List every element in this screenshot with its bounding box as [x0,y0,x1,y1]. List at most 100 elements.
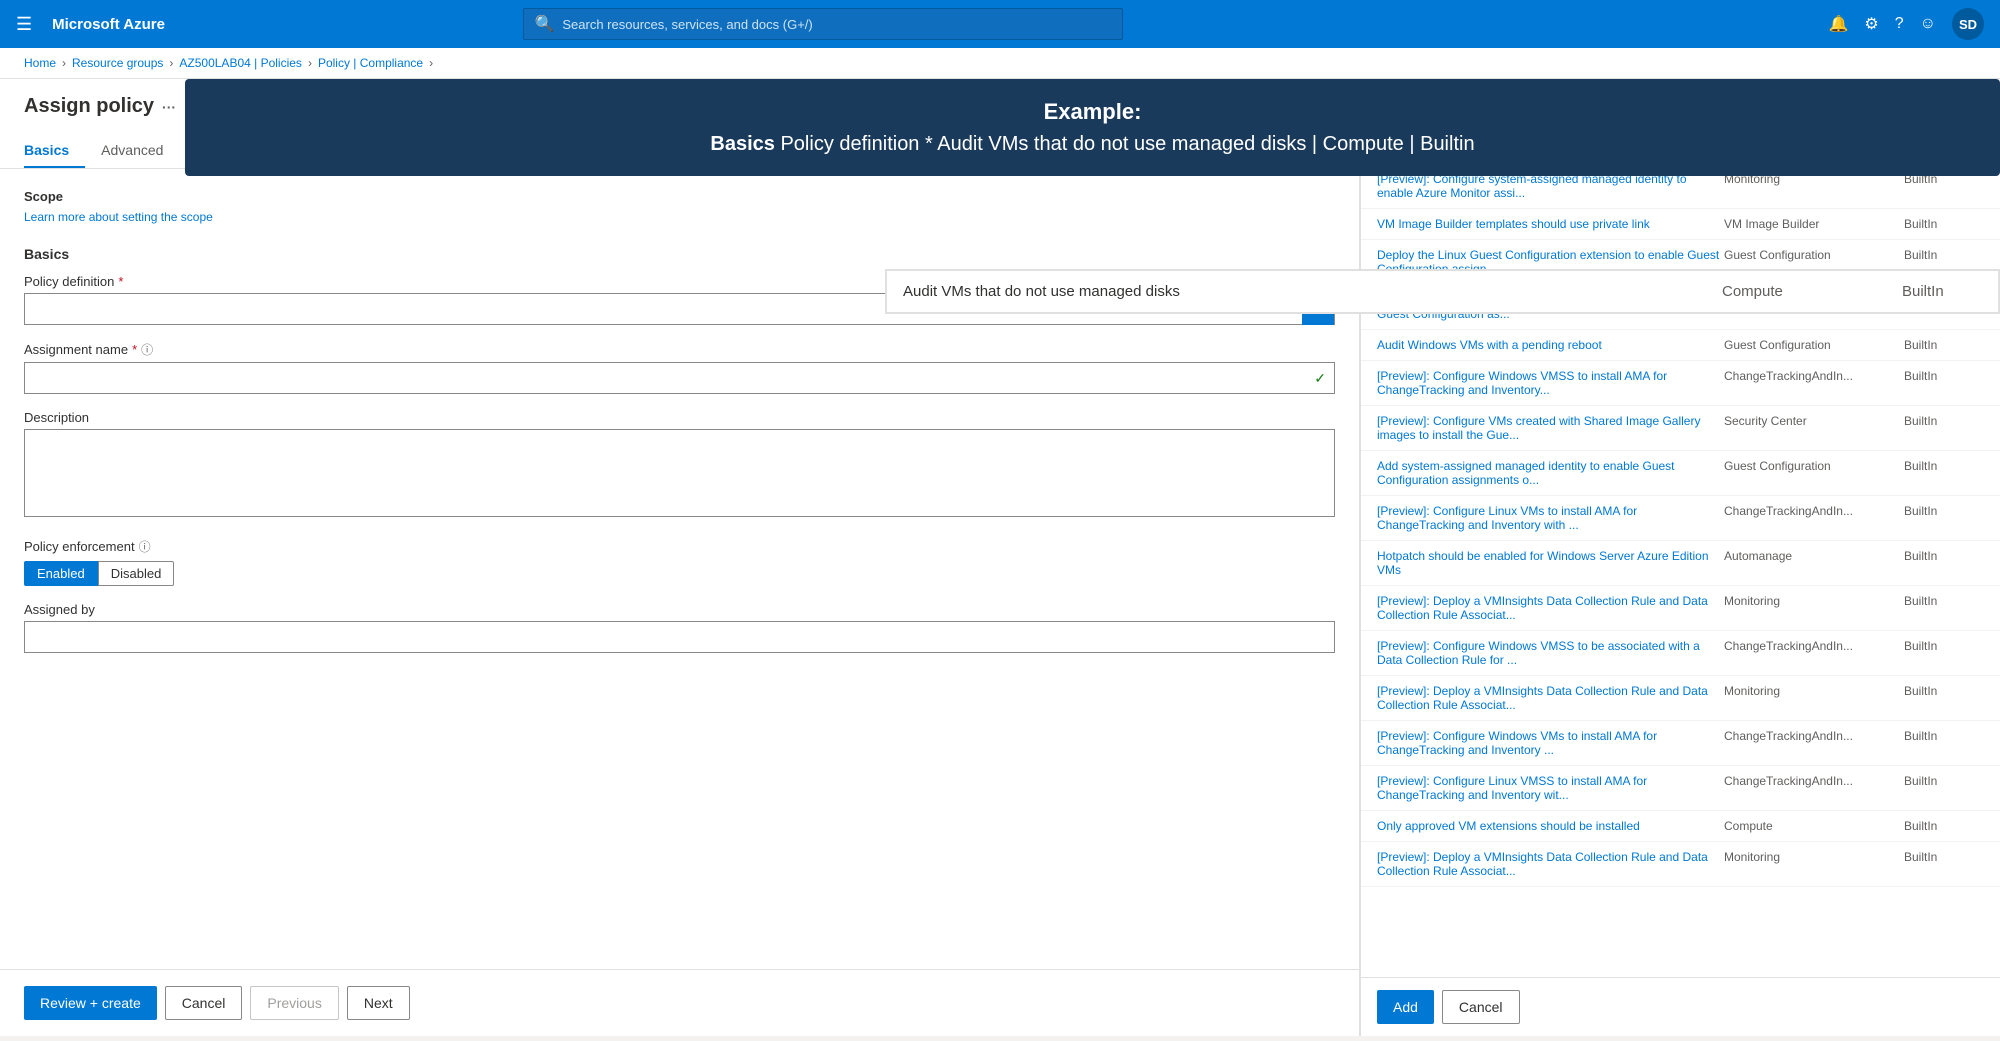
definition-row[interactable]: [Preview]: Deploy a VMInsights Data Coll… [1361,676,2000,721]
definition-row[interactable]: [Preview]: Configure VMs created with Sh… [1361,406,2000,451]
policy-enforcement-label: Policy enforcement ⓘ [24,538,1335,555]
breadcrumb-sep-1: › [62,56,66,70]
def-row-category: Security Center [1724,414,1904,442]
panel-title-text: Assign policy [24,95,154,118]
def-row-type: BuiltIn [1904,774,1984,802]
bottom-actions: Review + create Cancel Previous Next [0,969,1359,1036]
def-row-type: BuiltIn [1904,504,1984,532]
definition-row[interactable]: Audit Windows VMs with a pending reboot … [1361,330,2000,361]
user-avatar[interactable]: SD [1952,8,1984,40]
add-definition-button[interactable]: Add [1377,990,1434,1024]
assignment-name-label: Assignment name * ⓘ [24,341,1335,358]
def-row-type: BuiltIn [1904,819,1984,833]
info-icon-assignment[interactable]: ⓘ [141,341,153,358]
example-title: Example: [225,99,1960,125]
definition-row[interactable]: [Preview]: Deploy a VMInsights Data Coll… [1361,842,2000,887]
def-row-type: BuiltIn [1904,459,1984,487]
enforcement-disabled-button[interactable]: Disabled [98,561,175,586]
scope-link[interactable]: Learn more about setting the scope [24,210,213,224]
app-title: Microsoft Azure [52,16,165,33]
scope-section: Scope Learn more about setting the scope [24,189,1335,226]
def-row-category: Guest Configuration [1724,459,1904,487]
definition-row[interactable]: [Preview]: Configure Windows VMSS to ins… [1361,361,2000,406]
highlighted-definition-row: Audit VMs that do not use managed disks … [885,269,2000,314]
def-row-category: Guest Configuration [1724,338,1904,352]
review-create-button[interactable]: Review + create [24,986,157,1020]
tab-advanced[interactable]: Advanced [85,134,179,168]
def-row-type: BuiltIn [1904,369,1984,397]
info-icon-enforcement[interactable]: ⓘ [139,538,151,555]
def-row-name: [Preview]: Deploy a VMInsights Data Coll… [1377,850,1724,878]
def-row-category: ChangeTrackingAndIn... [1724,504,1904,532]
def-row-name: Audit Windows VMs with a pending reboot [1377,338,1724,352]
assignment-name-input[interactable]: Audit VMs that do not use managed disks [25,371,1306,386]
enforcement-toggle-group: Enabled Disabled [24,561,1335,586]
scope-label: Scope [24,189,1335,204]
definition-row[interactable]: [Preview]: Configure Linux VMSS to insta… [1361,766,2000,811]
hamburger-menu[interactable]: ☰ [16,14,32,35]
previous-button[interactable]: Previous [250,986,338,1020]
left-panel: Assign policy ··· Basics Advanced Parame… [0,79,1360,1036]
main-content: Assign policy ··· Basics Advanced Parame… [0,79,2000,1036]
enforcement-enabled-button[interactable]: Enabled [24,561,98,586]
definition-row[interactable]: Only approved VM extensions should be in… [1361,811,2000,842]
def-row-type: BuiltIn [1904,414,1984,442]
def-row-name: [Preview]: Configure Windows VMSS to ins… [1377,369,1724,397]
definition-row[interactable]: VM Image Builder templates should use pr… [1361,209,2000,240]
def-row-type: BuiltIn [1904,594,1984,622]
def-row-type: BuiltIn [1904,684,1984,712]
def-row-type: BuiltIn [1904,639,1984,667]
assigned-by-input[interactable]: Serling Davis [24,621,1335,653]
search-input[interactable] [562,17,1112,32]
example-subtitle-bold: Basics [710,133,775,155]
def-row-category: Compute [1724,819,1904,833]
definition-row[interactable]: [Preview]: Deploy a VMInsights Data Coll… [1361,586,2000,631]
required-asterisk: * [118,274,123,289]
notifications-icon[interactable]: 🔔 [1828,14,1848,34]
top-navigation: ☰ Microsoft Azure 🔍 🔔 ⚙ ? ☺ SD [0,0,2000,48]
def-row-name: [Preview]: Configure Windows VMs to inst… [1377,729,1724,757]
cancel-definition-button[interactable]: Cancel [1442,990,1520,1024]
definition-row[interactable]: [Preview]: Configure Windows VMs to inst… [1361,721,2000,766]
example-subtitle-rest: Policy definition * Audit VMs that do no… [780,133,1474,155]
assigned-by-group: Assigned by Serling Davis [24,602,1335,653]
nav-icons: 🔔 ⚙ ? ☺ SD [1828,8,1984,40]
def-row-category: Automanage [1724,549,1904,577]
def-row-name: [Preview]: Configure Linux VMs to instal… [1377,504,1724,532]
def-row-category: ChangeTrackingAndIn... [1724,774,1904,802]
policy-enforcement-group: Policy enforcement ⓘ Enabled Disabled [24,538,1335,586]
more-options-icon[interactable]: ··· [162,99,176,115]
definitions-table: CATEGORY TYPE [Preview]: Configure syste… [1361,133,2000,977]
def-row-type: BuiltIn [1904,729,1984,757]
search-bar[interactable]: 🔍 [523,8,1123,40]
def-row-name: VM Image Builder templates should use pr… [1377,217,1724,231]
def-row-name: Add system-assigned managed identity to … [1377,459,1724,487]
def-row-name: Only approved VM extensions should be in… [1377,819,1724,833]
highlighted-def-name: Audit VMs that do not use managed disks [903,283,1722,300]
description-textarea[interactable] [24,429,1335,517]
settings-icon[interactable]: ⚙ [1864,14,1878,34]
def-row-category: VM Image Builder [1724,217,1904,231]
feedback-icon[interactable]: ☺ [1920,15,1936,33]
definition-row[interactable]: [Preview]: Configure Linux VMs to instal… [1361,496,2000,541]
breadcrumb-sep-2: › [169,56,173,70]
required-asterisk-2: * [132,342,137,357]
def-row-type: BuiltIn [1904,172,1984,200]
tab-basics[interactable]: Basics [24,134,85,168]
assignment-check-icon: ✓ [1306,370,1334,387]
def-row-name: [Preview]: Deploy a VMInsights Data Coll… [1377,684,1724,712]
def-row-category: ChangeTrackingAndIn... [1724,369,1904,397]
example-banner: Example: Basics Policy definition * Audi… [185,79,2000,176]
def-row-category: ChangeTrackingAndIn... [1724,639,1904,667]
next-button[interactable]: Next [347,986,410,1020]
breadcrumb-resource-groups[interactable]: Resource groups [72,56,163,70]
definition-row[interactable]: [Preview]: Configure Windows VMSS to be … [1361,631,2000,676]
definition-row[interactable]: Hotpatch should be enabled for Windows S… [1361,541,2000,586]
breadcrumb-policies[interactable]: AZ500LAB04 | Policies [179,56,302,70]
definition-row[interactable]: Add system-assigned managed identity to … [1361,451,2000,496]
def-row-category: Monitoring [1724,850,1904,878]
cancel-button[interactable]: Cancel [165,986,243,1020]
breadcrumb-home[interactable]: Home [24,56,56,70]
help-icon[interactable]: ? [1895,15,1904,33]
breadcrumb-compliance[interactable]: Policy | Compliance [318,56,423,70]
